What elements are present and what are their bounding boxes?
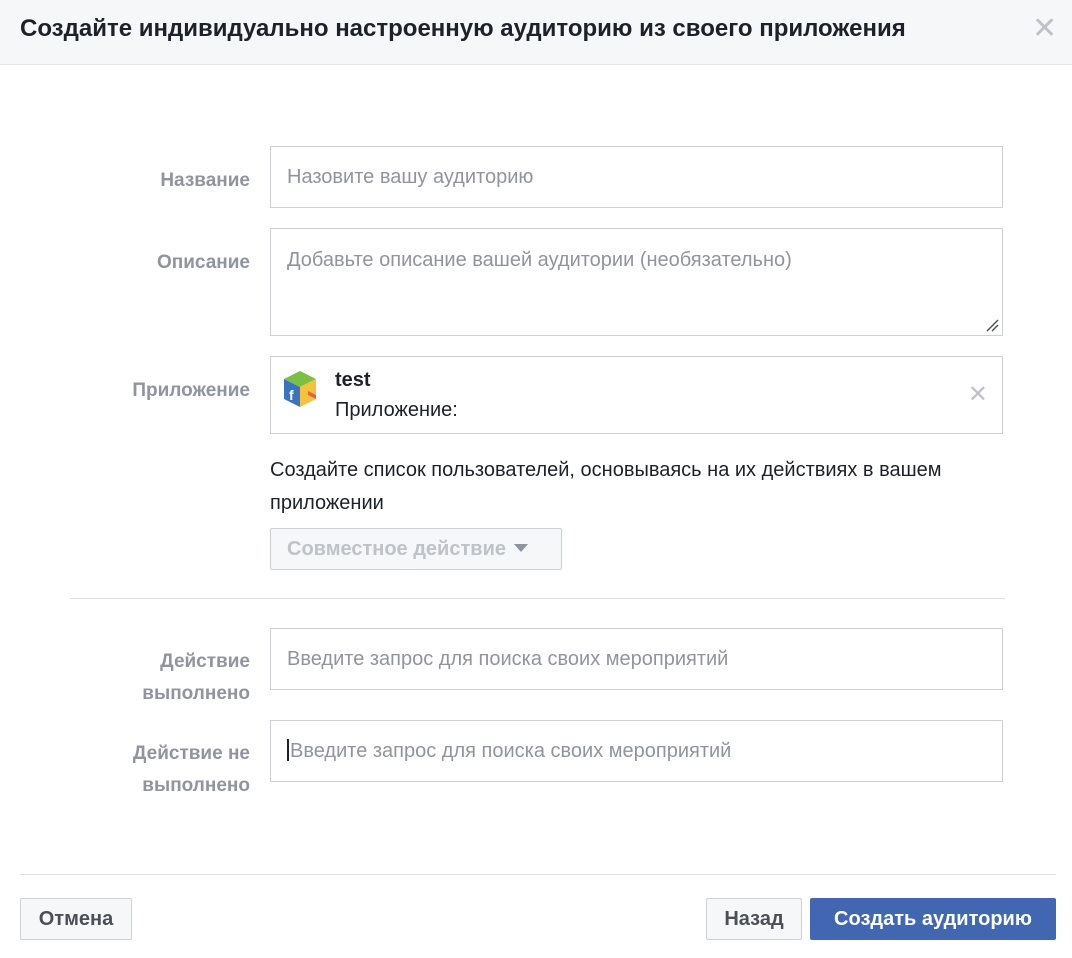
description-textarea[interactable]: Добавьте описание вашей аудитории (необя… (270, 228, 1003, 336)
action-done-label: Действие выполнено (50, 646, 250, 710)
action-done-label-line1: Действие (160, 651, 250, 672)
app-name: test (335, 369, 371, 391)
app-subtitle: Приложение: (335, 399, 458, 421)
name-input[interactable]: Назовите вашу аудиторию (270, 146, 1003, 208)
action-done-label-line2: выполнено (142, 683, 250, 704)
resize-grip-icon[interactable] (985, 318, 999, 332)
description-label: Описание (156, 252, 250, 273)
remove-app-icon[interactable]: ✕ (968, 381, 988, 409)
app-token: f test Приложение: ✕ (270, 356, 1003, 434)
event-dropdown[interactable]: Совместное действие (270, 528, 562, 570)
app-cube-icon: f (284, 371, 316, 407)
action-not-done-label-line1: Действие не (132, 743, 250, 764)
svg-text:f: f (289, 387, 294, 403)
create-audience-button[interactable]: Создать аудиторию (810, 898, 1056, 940)
name-label: Название (160, 170, 250, 191)
action-not-done-input[interactable]: Введите запрос для поиска своих мероприя… (270, 720, 1003, 782)
event-dropdown-label: Совместное действие (287, 538, 506, 560)
close-icon[interactable]: ✕ (1032, 14, 1057, 44)
action-not-done-label-line2: выполнено (142, 775, 250, 796)
app-label: Приложение (132, 380, 250, 401)
footer-divider (20, 874, 1056, 875)
text-cursor (287, 738, 289, 761)
hint-text: Создайте список пользователей, основывая… (270, 459, 942, 514)
section-divider (70, 598, 1005, 599)
dialog-title: Создайте индивидуально настроенную аудит… (20, 15, 906, 42)
action-not-done-placeholder: Введите запрос для поиска своих мероприя… (290, 740, 732, 762)
dialog-header: Создайте индивидуально настроенную аудит… (0, 0, 1072, 65)
action-not-done-label: Действие не выполнено (50, 738, 250, 802)
back-button[interactable]: Назад (706, 898, 802, 940)
action-done-input[interactable]: Введите запрос для поиска своих мероприя… (270, 628, 1003, 690)
caret-down-icon (513, 543, 528, 552)
cancel-button[interactable]: Отмена (20, 898, 132, 940)
description-placeholder: Добавьте описание вашей аудитории (необя… (287, 249, 792, 271)
